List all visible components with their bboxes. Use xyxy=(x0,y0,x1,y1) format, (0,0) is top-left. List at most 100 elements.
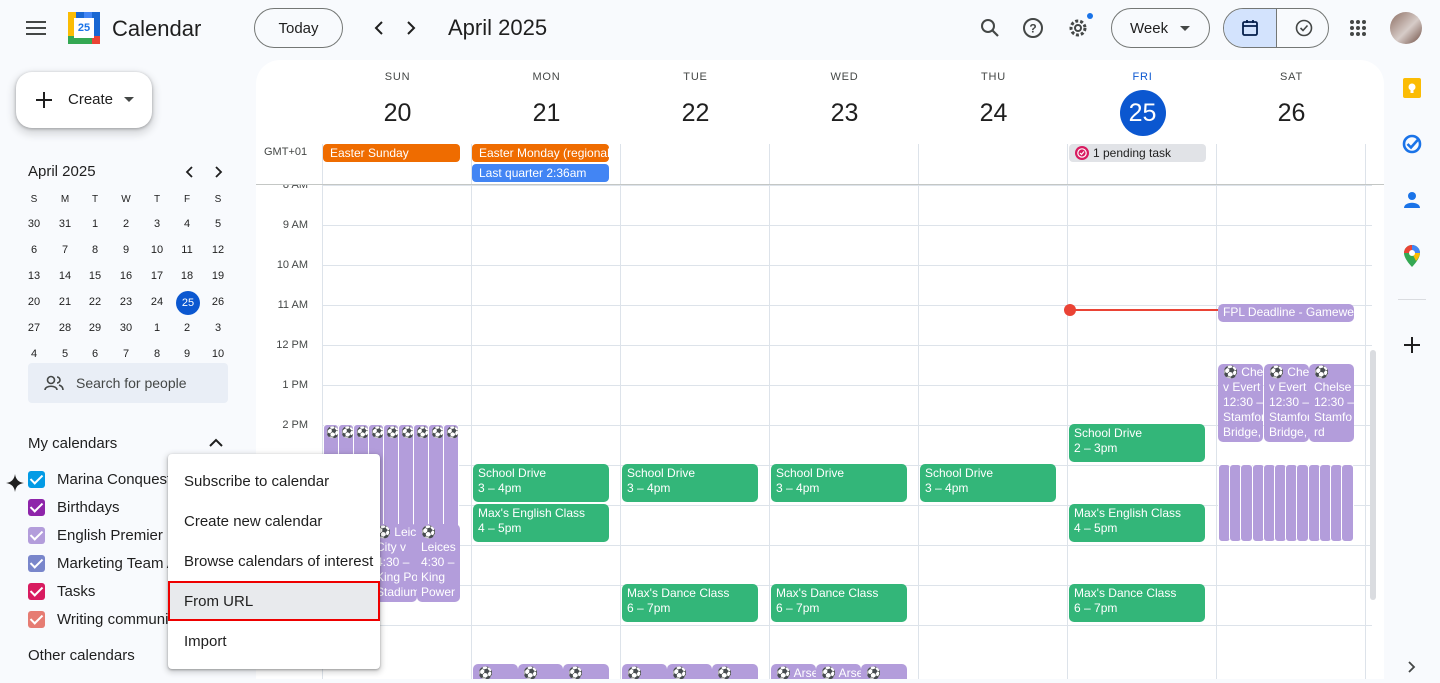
menu-item-import[interactable]: Import xyxy=(168,621,380,661)
search-people-field[interactable]: Search for people xyxy=(28,363,228,403)
mini-calendar-day[interactable]: 2 xyxy=(176,317,198,339)
menu-item-browse-calendars-of-interest[interactable]: Browse calendars of interest xyxy=(168,541,380,581)
event-soccer-match[interactable]: ⚽ Chelse 12:30 – Stamfo rd xyxy=(1309,364,1354,442)
tasks-view-icon[interactable] xyxy=(1277,9,1328,47)
day-number[interactable]: 23 xyxy=(822,90,868,136)
calendar-list-item[interactable]: Tasks xyxy=(28,577,95,605)
create-button[interactable]: Create xyxy=(16,72,152,128)
event-school-drive[interactable]: School Drive 3 – 4pm xyxy=(920,464,1056,502)
mini-calendar-day[interactable]: 16 xyxy=(115,265,137,287)
mini-calendar-day[interactable]: 19 xyxy=(207,265,229,287)
event-english-class[interactable]: Max's English Class 4 – 5pm xyxy=(1069,504,1205,542)
event-soccer-match[interactable]: ⚽ Arse xyxy=(771,664,816,679)
event-soccer-match[interactable]: ⚽ xyxy=(473,664,518,679)
search-icon[interactable] xyxy=(970,8,1010,48)
mini-calendar-day[interactable]: 18 xyxy=(176,265,198,287)
mini-calendar-day[interactable]: 10 xyxy=(207,343,229,365)
my-calendars-heading[interactable]: My calendars xyxy=(28,435,117,452)
avatar[interactable] xyxy=(1390,12,1422,44)
mini-calendar-day[interactable]: 23 xyxy=(115,291,137,313)
mini-calendar-day[interactable]: 6 xyxy=(23,239,45,261)
mini-calendar-day[interactable]: 3 xyxy=(207,317,229,339)
event-school-drive[interactable]: School Drive 3 – 4pm xyxy=(622,464,758,502)
maps-icon[interactable] xyxy=(1396,240,1428,272)
mini-calendar-day[interactable]: 22 xyxy=(84,291,106,313)
mini-calendar-day[interactable]: 5 xyxy=(207,213,229,235)
mini-calendar-day[interactable]: 6 xyxy=(84,343,106,365)
event-soccer-match[interactable]: ⚽ Che v Evert 12:30 – Stamfor Bridge, xyxy=(1218,364,1263,442)
mini-calendar-day[interactable]: 10 xyxy=(146,239,168,261)
mini-calendar-day[interactable]: 17 xyxy=(146,265,168,287)
main-menu-icon[interactable] xyxy=(16,8,56,48)
calendar-list-item[interactable]: Writing community xyxy=(28,605,180,633)
day-number[interactable]: 24 xyxy=(971,90,1017,136)
google-tasks-icon[interactable] xyxy=(1396,128,1428,160)
mini-calendar-day[interactable]: 29 xyxy=(84,317,106,339)
mini-calendar-day[interactable]: 9 xyxy=(176,343,198,365)
mini-calendar-day[interactable]: 21 xyxy=(54,291,76,313)
calendar-checkbox[interactable] xyxy=(28,526,45,544)
mini-calendar-day[interactable]: 30 xyxy=(115,317,137,339)
menu-item-subscribe-to-calendar[interactable]: Subscribe to calendar xyxy=(168,461,380,501)
mini-calendar-day[interactable]: 9 xyxy=(115,239,137,261)
mini-calendar-day[interactable]: 30 xyxy=(23,213,45,235)
calendar-logo-icon[interactable]: 25 xyxy=(68,12,100,44)
calendar-checkbox[interactable] xyxy=(28,582,45,600)
today-date[interactable]: 25 xyxy=(1119,90,1166,136)
event-school-drive[interactable]: School Drive 3 – 4pm xyxy=(473,464,609,502)
mini-calendar-day[interactable]: 1 xyxy=(146,317,168,339)
mini-calendar-day[interactable]: 4 xyxy=(176,213,198,235)
mini-calendar-day[interactable]: 8 xyxy=(146,343,168,365)
event-school-drive[interactable]: School Drive 2 – 3pm xyxy=(1069,424,1205,462)
mini-calendar-day[interactable]: 12 xyxy=(207,239,229,261)
event-dance-class[interactable]: Max's Dance Class 6 – 7pm xyxy=(771,584,907,622)
allday-event[interactable]: Easter Sunday xyxy=(323,144,460,162)
calendar-checkbox[interactable] xyxy=(28,498,45,516)
event-dance-class[interactable]: Max's Dance Class 6 – 7pm xyxy=(1069,584,1205,622)
mini-calendar-day[interactable]: 3 xyxy=(146,213,168,235)
calendar-list-item[interactable]: Marina Conquest xyxy=(28,465,171,493)
allday-event[interactable]: Easter Monday (regional holiday) xyxy=(472,144,609,162)
chevron-right-icon[interactable] xyxy=(391,8,431,48)
gemini-sparkle-icon[interactable] xyxy=(2,470,28,496)
event-soccer-match[interactable] xyxy=(1341,464,1355,542)
event-fpl-deadline[interactable]: FPL Deadline - Gameweek xyxy=(1218,304,1354,322)
mini-calendar-day[interactable]: 2 xyxy=(115,213,137,235)
event-soccer-match[interactable]: ⚽ xyxy=(622,664,667,679)
calendar-checkbox[interactable] xyxy=(28,610,45,628)
mini-calendar-day[interactable]: 1 xyxy=(84,213,106,235)
day-number[interactable]: 21 xyxy=(524,90,570,136)
event-soccer-match[interactable]: ⚽ Arse xyxy=(816,664,861,679)
day-number[interactable]: 26 xyxy=(1269,90,1315,136)
mini-calendar-day[interactable]: 7 xyxy=(115,343,137,365)
help-icon[interactable]: ? xyxy=(1013,8,1053,48)
mini-calendar-day[interactable]: 31 xyxy=(54,213,76,235)
add-addon-icon[interactable] xyxy=(1396,329,1428,361)
hide-panel-chevron-icon[interactable] xyxy=(1396,651,1428,683)
event-soccer-match[interactable]: ⚽ xyxy=(861,664,907,679)
scrollbar[interactable] xyxy=(1370,350,1376,600)
other-calendars-heading[interactable]: Other calendars xyxy=(28,647,135,664)
mini-calendar-day[interactable]: 27 xyxy=(23,317,45,339)
event-soccer-match[interactable]: ⚽ xyxy=(518,664,563,679)
mini-calendar-day[interactable]: 7 xyxy=(54,239,76,261)
event-english-class[interactable]: Max's English Class 4 – 5pm xyxy=(473,504,609,542)
event-school-drive[interactable]: School Drive 3 – 4pm xyxy=(771,464,907,502)
calendar-list-item[interactable]: Birthdays xyxy=(28,493,120,521)
menu-item-from-url[interactable]: From URL xyxy=(168,581,380,621)
today-button[interactable]: Today xyxy=(254,8,343,48)
mini-calendar-day[interactable]: 28 xyxy=(54,317,76,339)
mini-calendar-day[interactable]: 20 xyxy=(23,291,45,313)
mini-calendar-day[interactable]: 5 xyxy=(54,343,76,365)
mini-calendar-today[interactable]: 25 xyxy=(176,291,200,315)
mini-calendar-day[interactable]: 11 xyxy=(176,239,198,261)
day-number[interactable]: 22 xyxy=(673,90,719,136)
view-select[interactable]: Week xyxy=(1111,8,1210,48)
mini-prev-icon[interactable] xyxy=(177,160,201,184)
event-soccer-match[interactable]: ⚽ Leices 4:30 – King Power xyxy=(417,524,460,602)
collapse-chevron-icon[interactable] xyxy=(209,438,223,447)
menu-item-create-new-calendar[interactable]: Create new calendar xyxy=(168,501,380,541)
calendar-checkbox[interactable] xyxy=(28,554,45,572)
settings-gear-icon[interactable] xyxy=(1058,8,1098,48)
mini-next-icon[interactable] xyxy=(207,160,231,184)
